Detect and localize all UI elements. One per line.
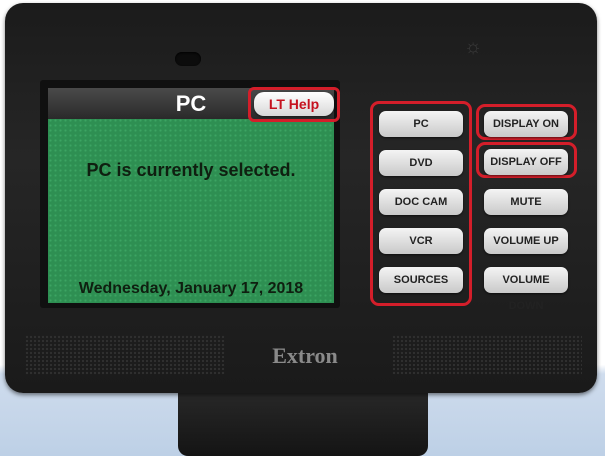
lt-help-button[interactable]: LT Help bbox=[254, 92, 334, 116]
display-off-button[interactable]: DISPLAY OFF bbox=[484, 149, 568, 175]
date-display: Wednesday, January 17, 2018 bbox=[78, 280, 304, 297]
proximity-sensor bbox=[175, 52, 201, 66]
brand-logo: Extron bbox=[272, 343, 338, 368]
volume-up-button[interactable]: VOLUME UP bbox=[484, 228, 568, 254]
source-button-vcr[interactable]: VCR bbox=[379, 228, 463, 254]
source-button-sources[interactable]: SOURCES bbox=[379, 267, 463, 293]
device-stand bbox=[178, 385, 428, 456]
display-on-button[interactable]: DISPLAY ON bbox=[484, 111, 568, 137]
source-button-dvd[interactable]: DVD bbox=[379, 150, 463, 176]
speaker-grille-left bbox=[25, 335, 225, 375]
sun-icon: ☼ bbox=[463, 36, 483, 58]
speaker-grille-right bbox=[392, 335, 582, 375]
status-message: PC is currently selected. bbox=[86, 160, 296, 180]
source-button-doc-cam[interactable]: DOC CAM bbox=[379, 189, 463, 215]
mute-button[interactable]: MUTE bbox=[484, 189, 568, 215]
volume-down-button[interactable]: VOLUME DOWN bbox=[484, 267, 568, 312]
source-button-pc[interactable]: PC bbox=[379, 111, 463, 137]
